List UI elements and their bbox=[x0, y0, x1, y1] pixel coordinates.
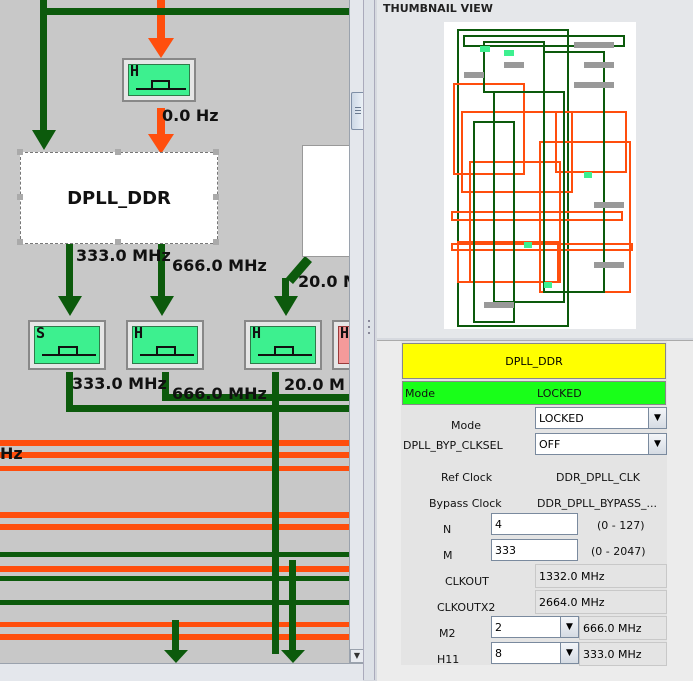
freq-label-hz: Hz bbox=[0, 444, 23, 463]
dpll-ddr-block[interactable]: DPLL_DDR bbox=[20, 152, 218, 244]
freq-label-666: 666.0 MHz bbox=[172, 256, 267, 275]
canvas-horizontal-scrollbar[interactable] bbox=[0, 663, 363, 681]
secondary-block[interactable] bbox=[302, 145, 349, 257]
mode-status-label: Mode bbox=[405, 387, 435, 400]
clock-box-input[interactable]: H bbox=[122, 58, 196, 102]
h11-label: H11 bbox=[437, 653, 460, 666]
freq-label-input: 0.0 Hz bbox=[162, 106, 219, 125]
clock-letter: H bbox=[252, 324, 262, 342]
thumbnail-title: THUMBNAIL VIEW bbox=[383, 2, 493, 15]
selection-handle[interactable] bbox=[17, 239, 23, 245]
m-input-value: 333 bbox=[495, 544, 516, 557]
diagram-canvas[interactable]: H 0.0 Hz DPLL_DDR 333.0 MHz 666.0 MHz 20… bbox=[0, 0, 349, 663]
m-input[interactable]: 333 bbox=[491, 539, 578, 561]
mode-status-value: LOCKED bbox=[537, 387, 582, 400]
freq-label-666-out: 666.0 MHz bbox=[172, 384, 267, 403]
thumbnail-view[interactable] bbox=[444, 22, 636, 329]
n-input-value: 4 bbox=[495, 518, 502, 531]
m2-label: M2 bbox=[439, 627, 456, 640]
selection-handle[interactable] bbox=[17, 149, 23, 155]
m-range: (0 - 2047) bbox=[591, 545, 646, 558]
ref-clock-value: DDR_DPLL_CLK bbox=[556, 471, 640, 484]
n-input[interactable]: 4 bbox=[491, 513, 578, 535]
h11-freq: 333.0 MHz bbox=[583, 648, 642, 661]
dpll-ddr-block-label: DPLL_DDR bbox=[67, 187, 171, 209]
selection-handle[interactable] bbox=[115, 239, 121, 245]
m2-freq: 666.0 MHz bbox=[583, 622, 642, 635]
ref-clock-label: Ref Clock bbox=[441, 471, 493, 484]
clkout-label: CLKOUT bbox=[445, 575, 489, 588]
h11-select[interactable]: 8 ▼ bbox=[491, 642, 579, 664]
byp-clksel-select[interactable]: OFF ▼ bbox=[535, 433, 667, 455]
waveform-icon bbox=[140, 346, 194, 356]
selection-handle[interactable] bbox=[213, 239, 219, 245]
m2-freq-box: 666.0 MHz bbox=[579, 616, 667, 640]
freq-label-20-out: 20.0 M bbox=[284, 375, 345, 394]
clkoutx2-label: CLKOUTX2 bbox=[437, 601, 496, 614]
freq-label-20: 20.0 M bbox=[298, 272, 349, 291]
selection-handle[interactable] bbox=[213, 149, 219, 155]
chevron-down-icon[interactable]: ▼ bbox=[648, 408, 666, 428]
clock-box-h-20[interactable]: H bbox=[244, 320, 322, 370]
properties-panel: DPLL_DDR Mode LOCKED Mode LOCKED ▼ DPLL_… bbox=[377, 340, 693, 681]
waveform-icon bbox=[42, 346, 96, 356]
freq-label-333-out: 333.0 MHz bbox=[72, 374, 167, 393]
clkoutx2-value-box: 2664.0 MHz bbox=[535, 590, 667, 614]
freq-label-333: 333.0 MHz bbox=[76, 246, 171, 265]
waveform-icon bbox=[258, 346, 312, 356]
clock-box-h-red[interactable]: H bbox=[332, 320, 349, 370]
selection-handle[interactable] bbox=[17, 194, 23, 200]
clkout-value-box: 1332.0 MHz bbox=[535, 564, 667, 588]
canvas-vertical-scrollbar[interactable]: ▼ bbox=[349, 0, 365, 663]
h11-select-value: 8 bbox=[495, 647, 502, 660]
byp-clksel-label: DPLL_BYP_CLKSEL bbox=[403, 439, 503, 452]
mode-select[interactable]: LOCKED ▼ bbox=[535, 407, 667, 429]
clock-letter: S bbox=[36, 324, 46, 342]
mode-status-row: Mode LOCKED bbox=[402, 381, 666, 405]
scroll-down-icon[interactable]: ▼ bbox=[350, 649, 364, 663]
clock-box-h-666[interactable]: H bbox=[126, 320, 204, 370]
properties-bottom-bar bbox=[377, 666, 693, 680]
properties-title-text: DPLL_DDR bbox=[505, 354, 563, 368]
clkout-value: 1332.0 MHz bbox=[539, 570, 605, 583]
clkoutx2-value: 2664.0 MHz bbox=[539, 596, 605, 609]
chevron-down-icon[interactable]: ▼ bbox=[560, 617, 578, 637]
m-label: M bbox=[443, 549, 453, 562]
mode-label: Mode bbox=[451, 419, 481, 432]
chevron-down-icon[interactable]: ▼ bbox=[560, 643, 578, 663]
m2-select[interactable]: 2 ▼ bbox=[491, 616, 579, 638]
chevron-down-icon[interactable]: ▼ bbox=[648, 434, 666, 454]
n-label: N bbox=[443, 523, 452, 536]
split-pane-divider[interactable] bbox=[363, 0, 375, 680]
mode-select-value: LOCKED bbox=[539, 412, 584, 425]
clock-box-s[interactable]: S bbox=[28, 320, 106, 370]
bypass-clock-label: Bypass Clock bbox=[429, 497, 502, 510]
clock-letter: H bbox=[134, 324, 144, 342]
n-range: (0 - 127) bbox=[597, 519, 645, 532]
h11-freq-box: 333.0 MHz bbox=[579, 642, 667, 666]
clock-letter: H bbox=[130, 62, 140, 80]
selection-handle[interactable] bbox=[115, 149, 121, 155]
m2-select-value: 2 bbox=[495, 621, 502, 634]
thumbnail-miniature bbox=[451, 29, 633, 327]
selection-handle[interactable] bbox=[213, 194, 219, 200]
bypass-clock-value: DDR_DPLL_BYPASS_... bbox=[537, 497, 658, 510]
waveform-icon bbox=[136, 80, 186, 90]
clock-letter: H bbox=[340, 324, 349, 342]
byp-clksel-value: OFF bbox=[539, 438, 561, 451]
thumbnail-panel: THUMBNAIL VIEW bbox=[377, 0, 693, 338]
properties-title: DPLL_DDR bbox=[402, 343, 666, 379]
